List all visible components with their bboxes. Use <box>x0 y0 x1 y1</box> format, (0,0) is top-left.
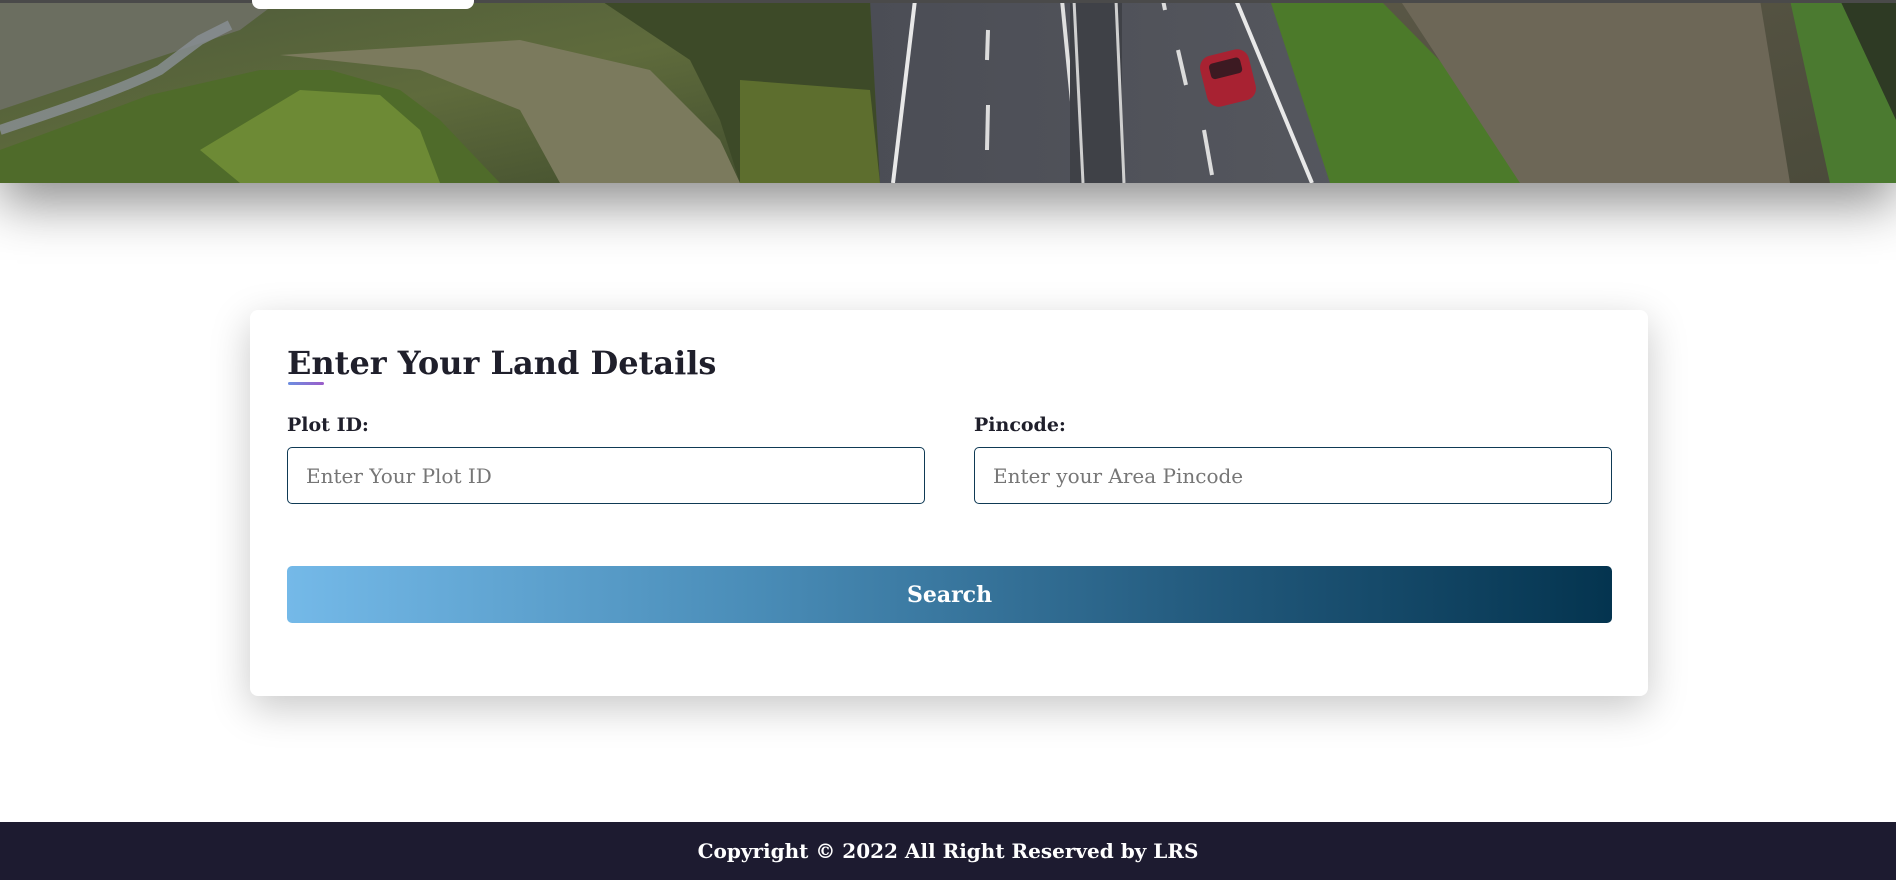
nav-pill <box>252 0 474 9</box>
pincode-input[interactable] <box>974 447 1612 504</box>
hero-banner <box>0 0 1896 183</box>
form-title: Enter Your Land Details <box>287 344 717 382</box>
plot-id-input[interactable] <box>287 447 925 504</box>
plot-id-label: Plot ID: <box>287 414 369 436</box>
search-button[interactable]: Search <box>287 566 1612 623</box>
title-underline <box>288 382 324 385</box>
footer: Copyright © 2022 All Right Reserved by L… <box>0 822 1896 880</box>
copyright-text: Copyright © 2022 All Right Reserved by L… <box>697 839 1199 863</box>
aerial-highway-fields-image <box>0 0 1896 183</box>
land-details-card: Enter Your Land Details Plot ID: Pincode… <box>250 310 1648 696</box>
pincode-label: Pincode: <box>974 414 1066 436</box>
